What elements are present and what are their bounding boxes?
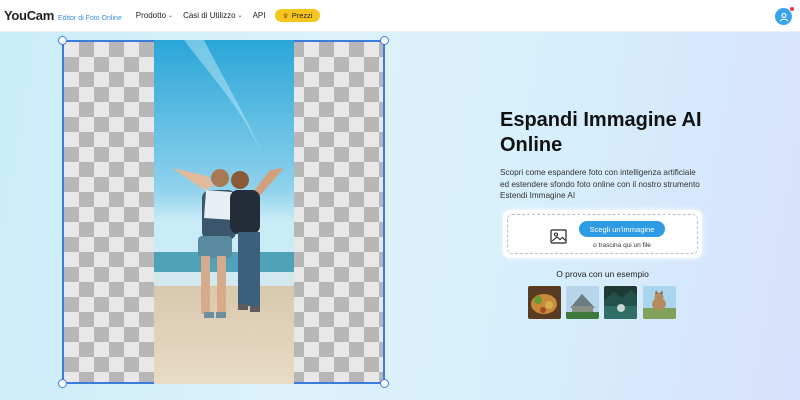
example-thumb-food[interactable] <box>528 286 561 319</box>
nav-api[interactable]: API <box>253 11 266 20</box>
user-avatar-button[interactable] <box>775 7 794 25</box>
expand-canvas[interactable] <box>58 36 389 388</box>
chevron-down-icon: ⌄ <box>168 13 174 19</box>
sample-photo <box>154 40 294 384</box>
logo-text: YouCam <box>4 8 54 23</box>
top-nav: YouCam Editor di Foto Online Prodotto ⌄ … <box>0 0 800 32</box>
chevron-down-icon: ⌄ <box>237 13 243 19</box>
logo-subtitle: Editor di Foto Online <box>57 15 122 22</box>
nav-casi-label: Casi di Utilizzo <box>183 11 236 20</box>
nav-prodotto-label: Prodotto <box>135 11 167 20</box>
resize-handle-top-right[interactable] <box>380 36 389 45</box>
page-title: Espandi Immagine AI Online <box>500 109 702 156</box>
page-description: Scopri come espandere foto con intellige… <box>500 168 700 200</box>
choose-image-button[interactable]: Scegli un'immagine <box>579 221 665 237</box>
examples-label: O prova con un esempio <box>556 269 649 279</box>
dropzone-border: Scegli un'immagine o trascina qui un fil… <box>507 214 698 254</box>
notification-dot <box>790 7 794 11</box>
resize-handle-bottom-right[interactable] <box>380 379 389 388</box>
main-nav: Prodotto ⌄ Casi di Utilizzo ⌄ API ♛ Prez… <box>136 9 320 22</box>
resize-handle-top-left[interactable] <box>58 36 67 45</box>
user-icon <box>779 12 788 21</box>
crown-icon: ♛ <box>282 12 289 20</box>
logo[interactable]: YouCam Editor di Foto Online <box>4 8 122 23</box>
example-thumb-lake[interactable] <box>604 286 637 319</box>
example-thumb-cat[interactable] <box>643 286 676 319</box>
resize-handle-bottom-left[interactable] <box>58 379 67 388</box>
pricing-label: Prezzi <box>291 11 313 20</box>
pricing-button[interactable]: ♛ Prezzi <box>275 9 320 22</box>
nav-api-label: API <box>252 11 266 20</box>
image-icon <box>550 229 567 244</box>
nav-casi-di-utilizzo[interactable]: Casi di Utilizzo ⌄ <box>183 11 243 20</box>
drag-file-hint: o trascina qui un file <box>593 242 651 249</box>
example-thumb-temple[interactable] <box>566 286 599 319</box>
nav-prodotto[interactable]: Prodotto ⌄ <box>136 11 173 20</box>
upload-dropzone[interactable]: Scegli un'immagine o trascina qui un fil… <box>503 210 702 258</box>
